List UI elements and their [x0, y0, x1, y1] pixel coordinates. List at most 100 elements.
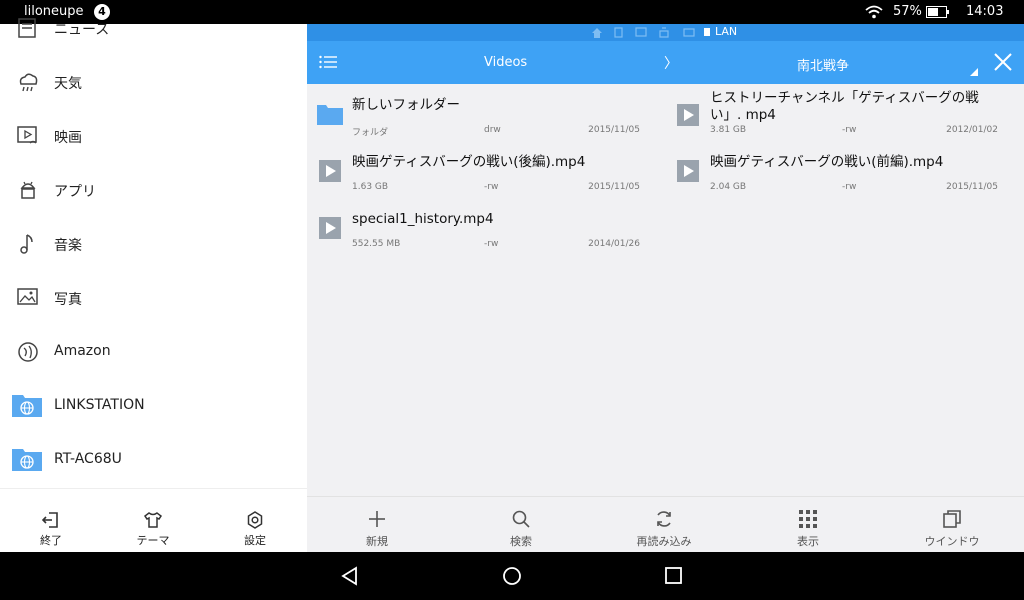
search-label: 検索 — [510, 535, 532, 548]
recent-apps-icon[interactable] — [665, 567, 682, 584]
video-file-icon — [677, 104, 699, 126]
grid-icon — [799, 510, 817, 528]
drawer-item-photo[interactable]: 写真 — [0, 272, 307, 326]
file-meta: 2.04 GB -rw 2015/11/05 — [710, 182, 1010, 192]
file-name: special1_history.mp4 — [352, 211, 494, 227]
drawer-item-apps[interactable]: アプリ — [0, 164, 307, 218]
android-icon — [20, 181, 36, 199]
drawer-item-weather[interactable]: 天気 — [0, 56, 307, 110]
file-type: フォルダ — [352, 128, 389, 138]
drawer-item-label: Amazon — [54, 343, 111, 359]
video-file-icon — [319, 160, 341, 182]
back-icon[interactable] — [340, 566, 360, 586]
action-bar: 新規 検索 再読み込み 表示 ウインドウ — [307, 496, 1024, 552]
file-item-folder[interactable]: 新しいフォルダー フォルダ drw 2015/11/05 — [317, 97, 647, 152]
file-meta: 1.63 GB -rw 2015/11/05 — [352, 182, 652, 192]
file-item-video[interactable]: ヒストリーチャンネル「ゲティスバーグの戦い」. mp4 3.81 GB -rw … — [675, 90, 1005, 145]
file-date: 2014/01/26 — [588, 239, 640, 249]
menu-list-icon[interactable] — [319, 55, 337, 69]
weather-icon — [19, 73, 38, 92]
location-path-icons — [592, 27, 710, 38]
folder-icon — [317, 105, 343, 125]
drawer-footer: 終了 テーマ 設定 — [0, 488, 307, 552]
view-button[interactable]: 表示 — [748, 497, 868, 553]
file-browser: LAN Videos 〉 南北戦争 新しいフォルダー フォルダ drw 2015… — [307, 24, 1024, 552]
drawer-item-label: アプリ — [54, 184, 96, 200]
file-meta: フォルダ drw 2015/11/05 — [352, 125, 652, 138]
location-lan-label: LAN — [715, 25, 738, 38]
tab-toolbar: Videos 〉 南北戦争 — [307, 41, 1024, 84]
settings-button[interactable]: 設定 — [205, 489, 305, 553]
battery-percent: 57% — [893, 4, 922, 19]
file-permissions: -rw — [842, 125, 857, 135]
movie-icon — [17, 126, 37, 144]
drawer-item-amazon[interactable]: Amazon — [0, 326, 307, 380]
search-button[interactable]: 検索 — [461, 497, 581, 553]
drawer-item-label: 天気 — [54, 76, 82, 92]
file-item-video[interactable]: special1_history.mp4 552.55 MB -rw 2014/… — [317, 211, 647, 266]
file-name: ヒストリーチャンネル「ゲティスバーグの戦い」. mp4 — [710, 90, 979, 123]
reload-button[interactable]: 再読み込み — [604, 497, 724, 553]
file-size: 1.63 GB — [352, 182, 389, 192]
video-file-icon — [319, 217, 341, 239]
drawer-item-label: RT-AC68U — [54, 451, 122, 467]
file-meta: 552.55 MB -rw 2014/01/26 — [352, 239, 652, 249]
tshirt-icon — [143, 512, 163, 528]
theme-button[interactable]: テーマ — [103, 489, 203, 553]
file-size: 552.55 MB — [352, 239, 401, 249]
tab-civil-war[interactable]: 南北戦争 — [797, 55, 849, 74]
drawer-item-label: 映画 — [54, 130, 82, 146]
drawer-item-movie[interactable]: 映画 — [0, 110, 307, 164]
file-meta: 3.81 GB -rw 2012/01/02 — [710, 125, 1010, 135]
amazon-icon — [18, 342, 38, 362]
exit-label: 終了 — [40, 534, 62, 547]
new-label: 新規 — [366, 535, 388, 548]
refresh-icon — [657, 511, 671, 527]
exit-icon — [41, 512, 58, 528]
system-navigation-bar — [0, 552, 1024, 600]
tab-dropdown-icon[interactable] — [970, 68, 978, 76]
drawer-item-label: ニュース — [54, 22, 110, 38]
news-icon — [18, 18, 36, 38]
settings-label: 設定 — [244, 534, 266, 547]
file-date: 2015/11/05 — [588, 125, 640, 135]
file-date: 2015/11/05 — [946, 182, 998, 192]
theme-label: テーマ — [136, 534, 170, 547]
tab-separator: 〉 — [664, 56, 678, 72]
video-file-icon — [677, 160, 699, 182]
file-name: 映画ゲティスバーグの戦い(後編).mp4 — [352, 154, 586, 170]
file-size: 2.04 GB — [710, 182, 747, 192]
file-name: 新しいフォルダー — [352, 97, 460, 113]
view-label: 表示 — [797, 535, 819, 548]
close-icon[interactable] — [993, 52, 1013, 72]
reload-label: 再読み込み — [636, 535, 692, 548]
drawer-item-rt-ac68u[interactable]: RT-AC68U — [0, 434, 307, 488]
file-item-video[interactable]: 映画ゲティスバーグの戦い(後編).mp4 1.63 GB -rw 2015/11… — [317, 154, 647, 209]
file-permissions: drw — [484, 125, 501, 135]
network-folder-icon — [12, 395, 42, 417]
music-icon — [20, 234, 33, 254]
tab-videos[interactable]: Videos — [484, 55, 527, 70]
new-button[interactable]: 新規 — [317, 497, 437, 553]
window-label: ウインドウ — [924, 535, 980, 548]
file-permissions: -rw — [842, 182, 857, 192]
home-icon[interactable] — [502, 566, 522, 586]
windows-icon — [943, 510, 961, 528]
drawer-item-label: LINKSTATION — [54, 397, 145, 413]
file-size: 3.81 GB — [710, 125, 747, 135]
drawer-item-linkstation[interactable]: LINKSTATION — [0, 380, 307, 434]
exit-button[interactable]: 終了 — [1, 489, 101, 553]
location-bar[interactable]: LAN — [307, 24, 1024, 41]
search-icon — [512, 510, 530, 528]
file-item-video[interactable]: 映画ゲティスバーグの戦い(前編).mp4 2.04 GB -rw 2015/11… — [675, 154, 1005, 209]
drawer-item-news[interactable]: ニュース — [0, 2, 307, 56]
navigation-drawer: ニュース 天気 映画 アプリ 音楽 写真 Amazon LINKSTATION … — [0, 18, 307, 552]
drawer-item-music[interactable]: 音楽 — [0, 218, 307, 272]
window-button[interactable]: ウインドウ — [892, 497, 1012, 553]
drawer-item-label: 写真 — [54, 292, 82, 308]
file-permissions: -rw — [484, 182, 499, 192]
file-date: 2012/01/02 — [946, 125, 998, 135]
plus-icon — [369, 511, 385, 527]
clock: 14:03 — [966, 4, 1004, 19]
wifi-icon — [865, 5, 883, 19]
